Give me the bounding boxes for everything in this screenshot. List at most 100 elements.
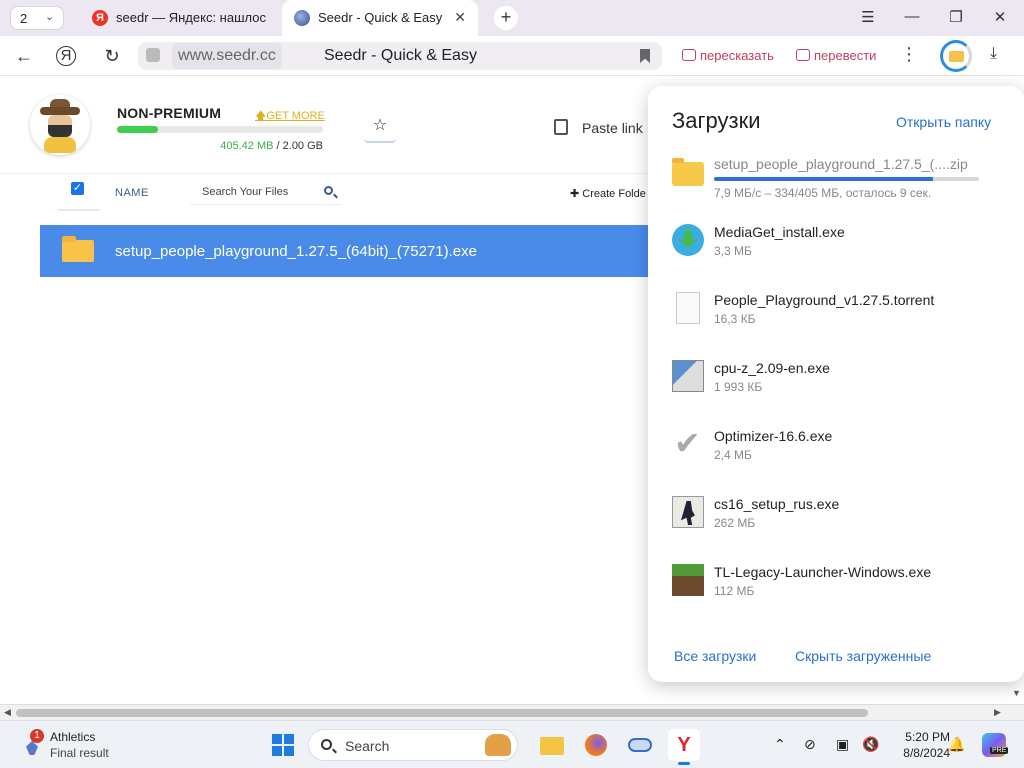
document-icon — [676, 292, 700, 324]
windows-start-icon[interactable] — [272, 734, 294, 756]
taskbar: 1 Athletics Final result Search Y ⌃ ⊘ ▣ … — [0, 720, 1024, 768]
taskbar-search-box[interactable]: Search — [308, 729, 518, 761]
lock-icon — [146, 48, 160, 62]
download-size: 2,4 МБ — [714, 448, 752, 462]
file-row[interactable]: setup_people_playground_1.27.5_(64bit)_(… — [40, 225, 660, 277]
tab-yandex-search[interactable]: Я seedr — Яндекс: нашлось — [80, 0, 276, 36]
url-field[interactable]: www.seedr.cc Seedr - Quick & Easy — [138, 42, 662, 70]
file-search-input[interactable]: Search Your Files — [190, 179, 342, 205]
menu-icon[interactable]: ☰ — [858, 8, 878, 26]
bell-icon[interactable]: 🔔 — [948, 736, 965, 753]
close-window-icon[interactable]: ✕ — [990, 8, 1010, 26]
bookmark-icon[interactable] — [640, 49, 650, 63]
paste-link-label: Paste link — [582, 120, 643, 136]
retell-label: пересказать — [700, 48, 774, 63]
browser-tab-strip: 2 ⌄ Я seedr — Яндекс: нашлось Seedr - Qu… — [0, 0, 1024, 36]
url-page-title: Seedr - Quick & Easy — [324, 47, 477, 64]
folder-icon — [62, 236, 94, 262]
scroll-left-arrow-icon[interactable]: ◀ — [4, 707, 11, 718]
file-explorer-icon[interactable] — [536, 729, 568, 761]
get-more-link[interactable]: 🡅GET MORE — [255, 107, 325, 126]
seedr-favicon-icon — [294, 10, 310, 26]
minecraft-grass-icon — [672, 564, 704, 596]
yandex-browser-taskbar-icon[interactable]: Y — [668, 729, 700, 765]
back-arrow-icon[interactable]: ← — [12, 44, 36, 68]
avatar[interactable] — [30, 95, 90, 155]
avatar-hat — [40, 107, 80, 115]
downloads-progress-button[interactable] — [940, 40, 972, 72]
get-more-label: GET MORE — [266, 110, 325, 122]
scrollbar-thumb[interactable] — [16, 709, 868, 717]
download-item[interactable]: cpu-z_2.09-en.exe 1 993 КБ — [648, 360, 1024, 420]
widget-subtitle[interactable]: Final result — [50, 746, 109, 760]
reload-icon[interactable]: ↻ — [100, 44, 124, 68]
search-icon[interactable] — [324, 186, 333, 195]
download-item[interactable]: setup_people_playground_1.27.5_(....zip … — [648, 156, 1024, 216]
paste-link-button[interactable]: Paste link — [540, 115, 650, 141]
volume-icon[interactable]: 🔇 — [862, 736, 879, 753]
minimize-icon[interactable]: — — [902, 8, 922, 25]
file-name[interactable]: setup_people_playground_1.27.5_(64bit)_(… — [115, 243, 477, 260]
display-icon[interactable]: ▣ — [836, 736, 849, 753]
downloads-panel: Загрузки Открыть папку setup_people_play… — [648, 86, 1024, 682]
all-downloads-link[interactable]: Все загрузки — [674, 648, 756, 664]
download-name: People_Playground_v1.27.5.torrent — [714, 292, 935, 308]
firefox-shape — [585, 734, 607, 756]
retell-button[interactable]: пересказать — [682, 44, 774, 68]
open-folder-link[interactable]: Открыть папку — [896, 114, 991, 130]
installer-icon — [672, 360, 704, 392]
create-folder-button[interactable]: ✚ Create Folde — [570, 187, 646, 200]
yandex-logo-icon[interactable]: Я — [56, 46, 76, 66]
more-options-icon[interactable]: ⋮ — [900, 44, 918, 65]
horizontal-scrollbar[interactable]: ◀ ▶ — [0, 704, 1024, 720]
hide-finished-link[interactable]: Скрыть загруженные — [795, 648, 931, 664]
download-name: setup_people_playground_1.27.5_(....zip — [714, 156, 968, 172]
quota-used: 405.42 MB — [220, 140, 274, 152]
logo-pane — [284, 734, 294, 744]
up-arrow-icon: 🡅 — [255, 110, 267, 122]
restore-icon[interactable]: ❐ — [946, 8, 966, 26]
search-icon — [321, 739, 332, 750]
quota-total: 2.00 GB — [282, 140, 323, 152]
download-progress-bar — [714, 177, 979, 181]
app-eyes-icon[interactable] — [624, 729, 656, 761]
copilot-icon[interactable]: PRE — [982, 733, 1009, 757]
name-column-header[interactable]: NAME — [115, 187, 149, 199]
folder-shape — [540, 737, 564, 755]
avatar-body — [44, 137, 76, 153]
time: 5:20 PM — [905, 730, 950, 744]
downloads-title: Загрузки — [672, 108, 761, 133]
download-item[interactable]: TL-Legacy-Launcher-Windows.exe 112 МБ — [648, 564, 1024, 624]
download-item[interactable]: cs16_setup_rus.exe 262 МБ — [648, 496, 1024, 556]
counter-strike-icon — [672, 496, 704, 528]
mediaget-icon — [672, 224, 704, 256]
translate-button[interactable]: перевести — [796, 44, 876, 68]
star-button[interactable]: ☆ — [364, 111, 396, 143]
quota-bar-fill — [117, 126, 158, 133]
tab-count-button[interactable]: 2 ⌄ — [10, 6, 64, 30]
download-item[interactable]: MediaGet_install.exe 3,3 МБ — [648, 224, 1024, 284]
tab-seedr[interactable]: Seedr - Quick & Easy ✕ — [282, 0, 478, 36]
close-tab-icon[interactable]: ✕ — [454, 9, 466, 26]
scroll-down-arrow-icon[interactable]: ▼ — [1012, 688, 1021, 698]
new-tab-button[interactable]: + — [494, 6, 518, 30]
copilot-badge: PRE — [990, 747, 1009, 754]
quota-separator: / — [273, 140, 283, 152]
download-icon[interactable]: ⤓ — [990, 45, 997, 63]
network-icon[interactable]: ⊘ — [804, 736, 816, 753]
download-item[interactable]: Optimizer-16.6.exe 2,4 МБ — [648, 424, 1024, 488]
clock[interactable]: 5:20 PM 8/8/2024 — [886, 729, 950, 761]
logo-pane — [272, 734, 282, 744]
plan-label: NON-PREMIUM — [117, 105, 222, 121]
news-widget-icon[interactable]: 1 — [22, 729, 44, 755]
tab-title: seedr — Яндекс: нашлось — [116, 10, 266, 25]
chevron-up-icon[interactable]: ⌃ — [774, 736, 786, 753]
select-all-checkbox[interactable]: ✓ — [71, 182, 84, 195]
download-progress-fill — [714, 177, 933, 181]
search-highlight-icon — [485, 734, 511, 756]
widget-title[interactable]: Athletics — [50, 730, 95, 744]
notification-badge: 1 — [30, 729, 44, 743]
scroll-right-arrow-icon[interactable]: ▶ — [994, 707, 1001, 718]
firefox-icon[interactable] — [580, 729, 612, 761]
download-item[interactable]: People_Playground_v1.27.5.torrent 16,3 К… — [648, 292, 1024, 352]
